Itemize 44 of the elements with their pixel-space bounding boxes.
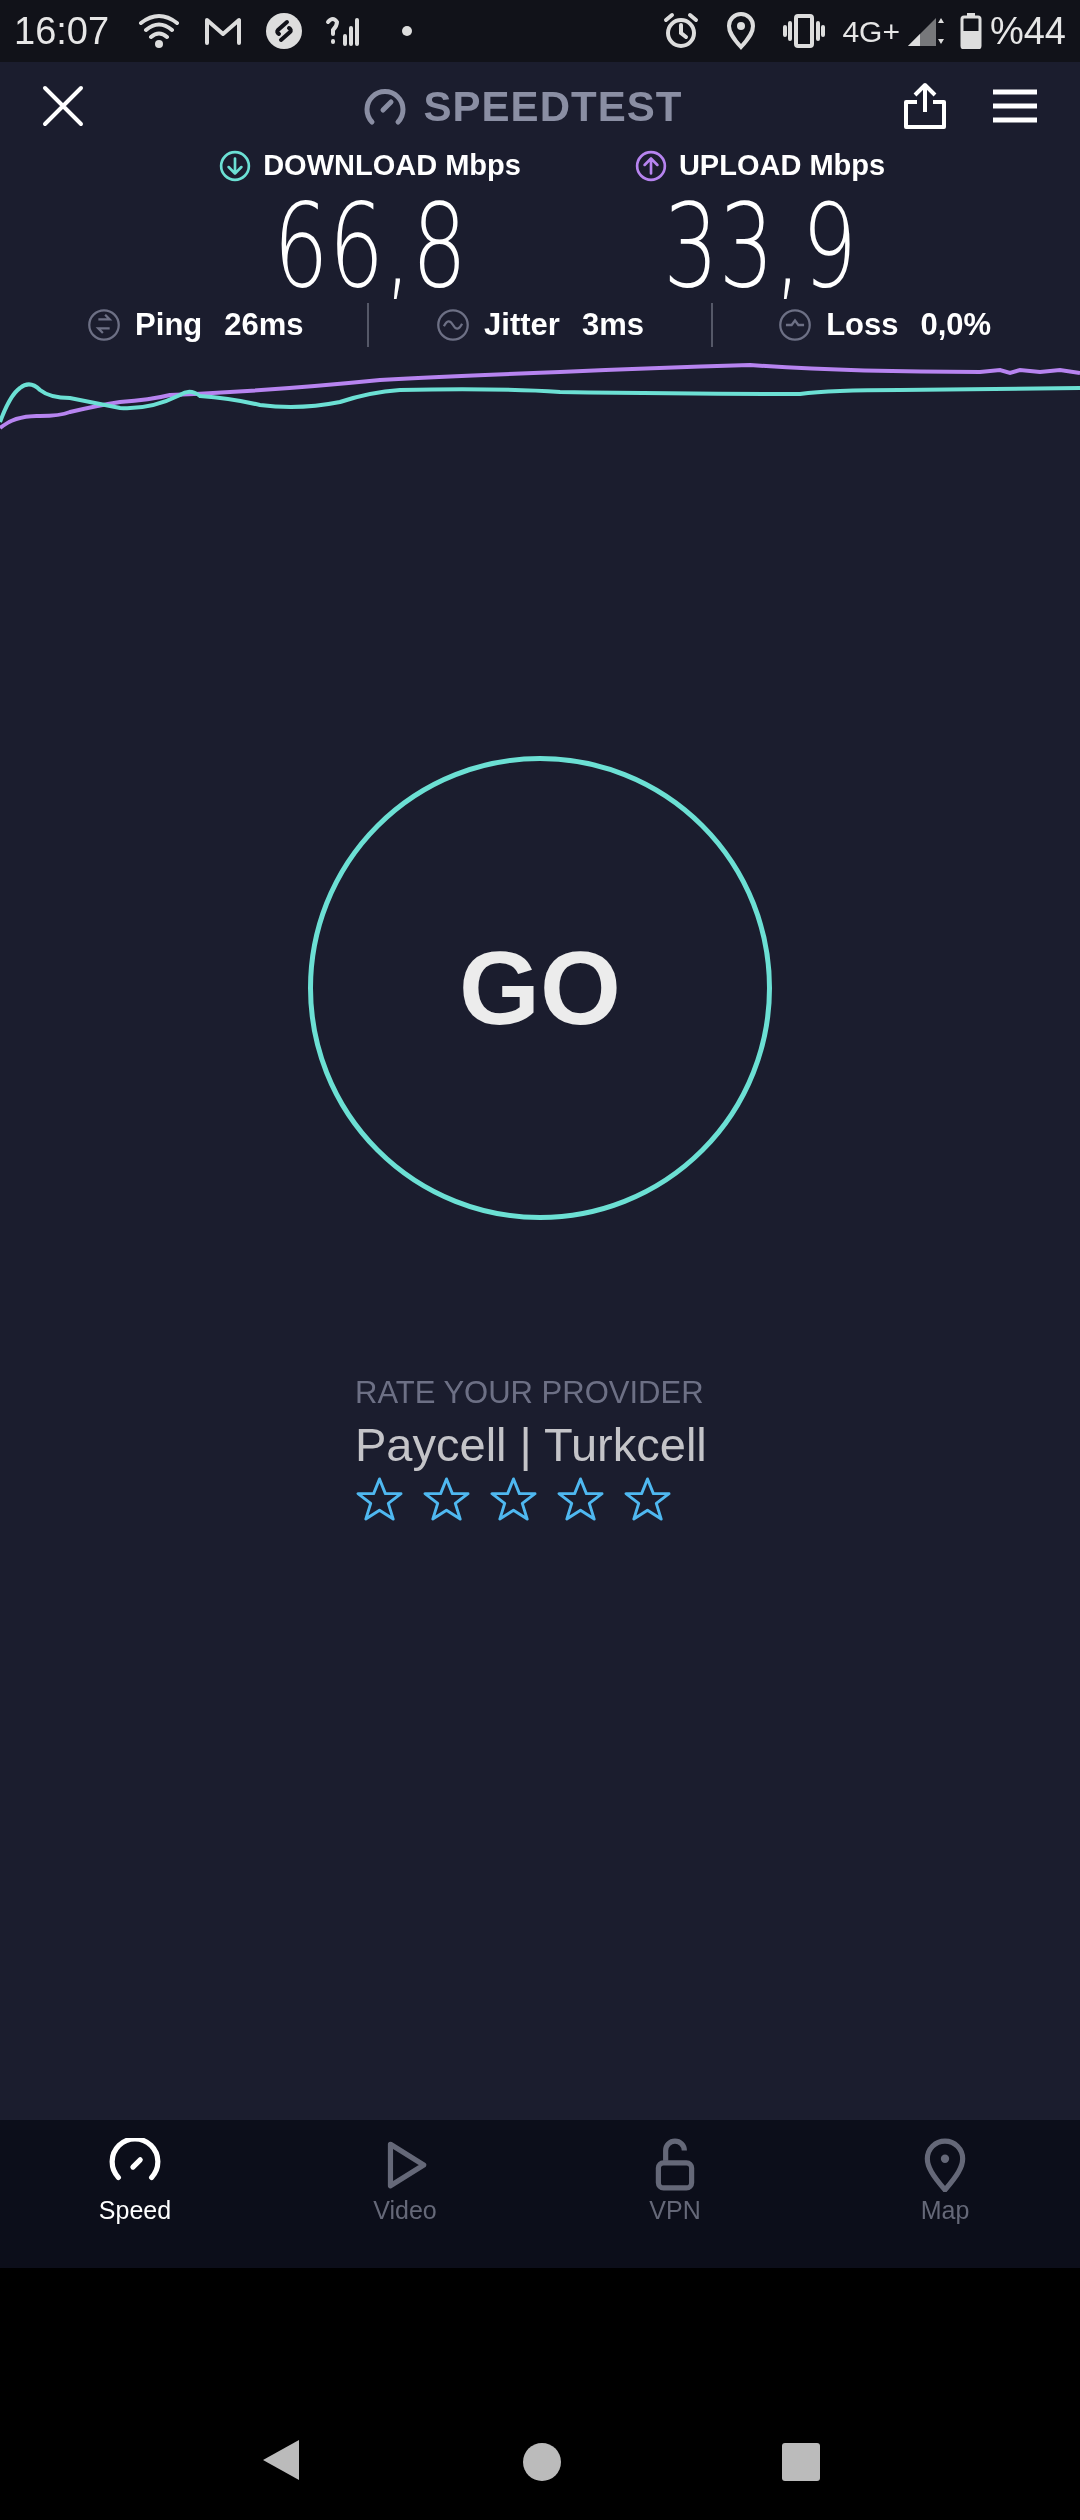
vibrate-icon	[782, 13, 827, 49]
home-icon[interactable]	[522, 2442, 562, 2482]
close-button[interactable]	[40, 83, 86, 129]
star-icon[interactable]	[623, 1476, 672, 1522]
dot-icon	[401, 25, 414, 37]
alarm-icon	[662, 12, 701, 50]
loss-icon	[778, 308, 813, 342]
upload-label: UPLOAD Mbps	[678, 148, 886, 184]
nav-tab[interactable]: Video	[270, 2120, 540, 2268]
star-icon[interactable]	[422, 1476, 471, 1522]
jitter-value: 3ms	[581, 305, 644, 344]
app-title: SPEEDTEST	[423, 81, 683, 132]
battery-icon	[959, 13, 982, 49]
loss-value: 0,0%	[920, 305, 992, 344]
star-icon[interactable]	[355, 1476, 404, 1522]
ping-value: 26ms	[224, 305, 304, 344]
go-button[interactable]: GO	[308, 756, 772, 1220]
wifi-icon	[137, 11, 182, 51]
ping-icon	[87, 308, 122, 342]
battery-percent: %44	[989, 8, 1066, 54]
nav-tab[interactable]: Speed	[0, 2120, 270, 2268]
provider-name: Paycell | Turkcell	[355, 1416, 707, 1473]
nav-tab[interactable]: VPN	[540, 2120, 810, 2268]
star-icon[interactable]	[489, 1476, 538, 1522]
loss-label: Loss	[826, 305, 899, 344]
gauge-icon	[363, 86, 408, 126]
download-label: DOWNLOAD Mbps	[263, 148, 521, 184]
nav-tab[interactable]: Map	[810, 2120, 1080, 2268]
jitter-label: Jitter	[484, 305, 560, 344]
network-type: 4G+	[842, 13, 900, 50]
location-icon	[726, 12, 757, 50]
menu-icon	[991, 88, 1039, 124]
download-value: 66,8	[273, 186, 467, 306]
clock-time: 16:07	[14, 8, 110, 54]
ping-label: Ping	[135, 305, 203, 344]
rating-prompt: RATE YOUR PROVIDER	[355, 1374, 704, 1412]
star-icon[interactable]	[556, 1476, 605, 1522]
recents-icon[interactable]	[780, 2442, 821, 2482]
mail-icon	[203, 15, 244, 47]
close-icon	[42, 85, 84, 127]
jitter-icon	[436, 308, 471, 342]
no-signal-icon	[325, 14, 362, 48]
share-icon	[903, 82, 947, 130]
upload-value: 33,9	[663, 186, 857, 306]
